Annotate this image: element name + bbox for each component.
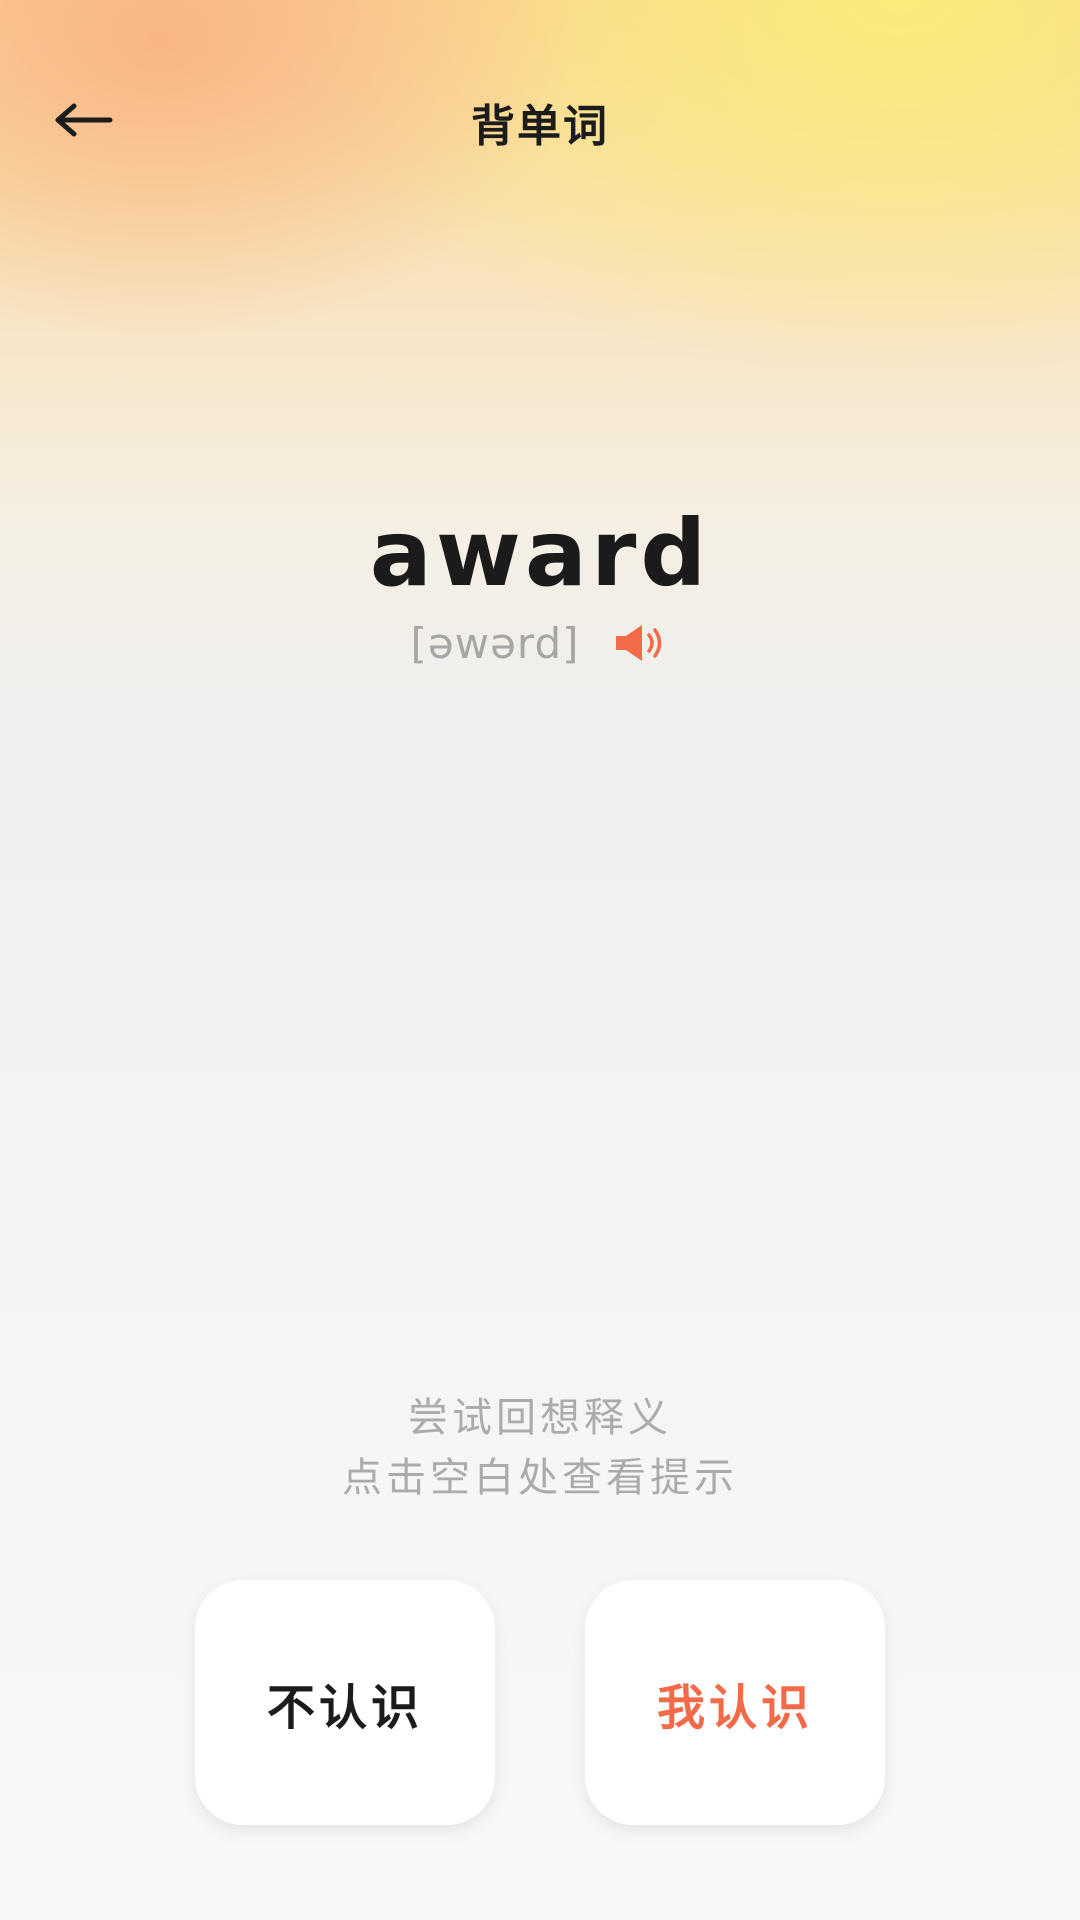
dont-know-button[interactable]: 不认识 [195,1580,495,1825]
know-button[interactable]: 我认识 [585,1580,885,1825]
speaker-icon [615,625,661,661]
hint-line-2: 点击空白处查看提示 [342,1455,738,1501]
phonetic-text: [əwərd] [410,618,580,668]
play-audio-button[interactable] [610,618,670,668]
hint-line-1: 尝试回想释义 [408,1395,672,1441]
page-title: 背单词 [471,101,609,152]
header: 背单词 [0,0,1080,240]
word-text: award [369,500,711,607]
pronunciation-row: [əwərd] [0,618,1080,668]
hint-text[interactable]: 尝试回想释义 点击空白处查看提示 [0,1388,1080,1508]
background-gradient [0,0,1080,1920]
